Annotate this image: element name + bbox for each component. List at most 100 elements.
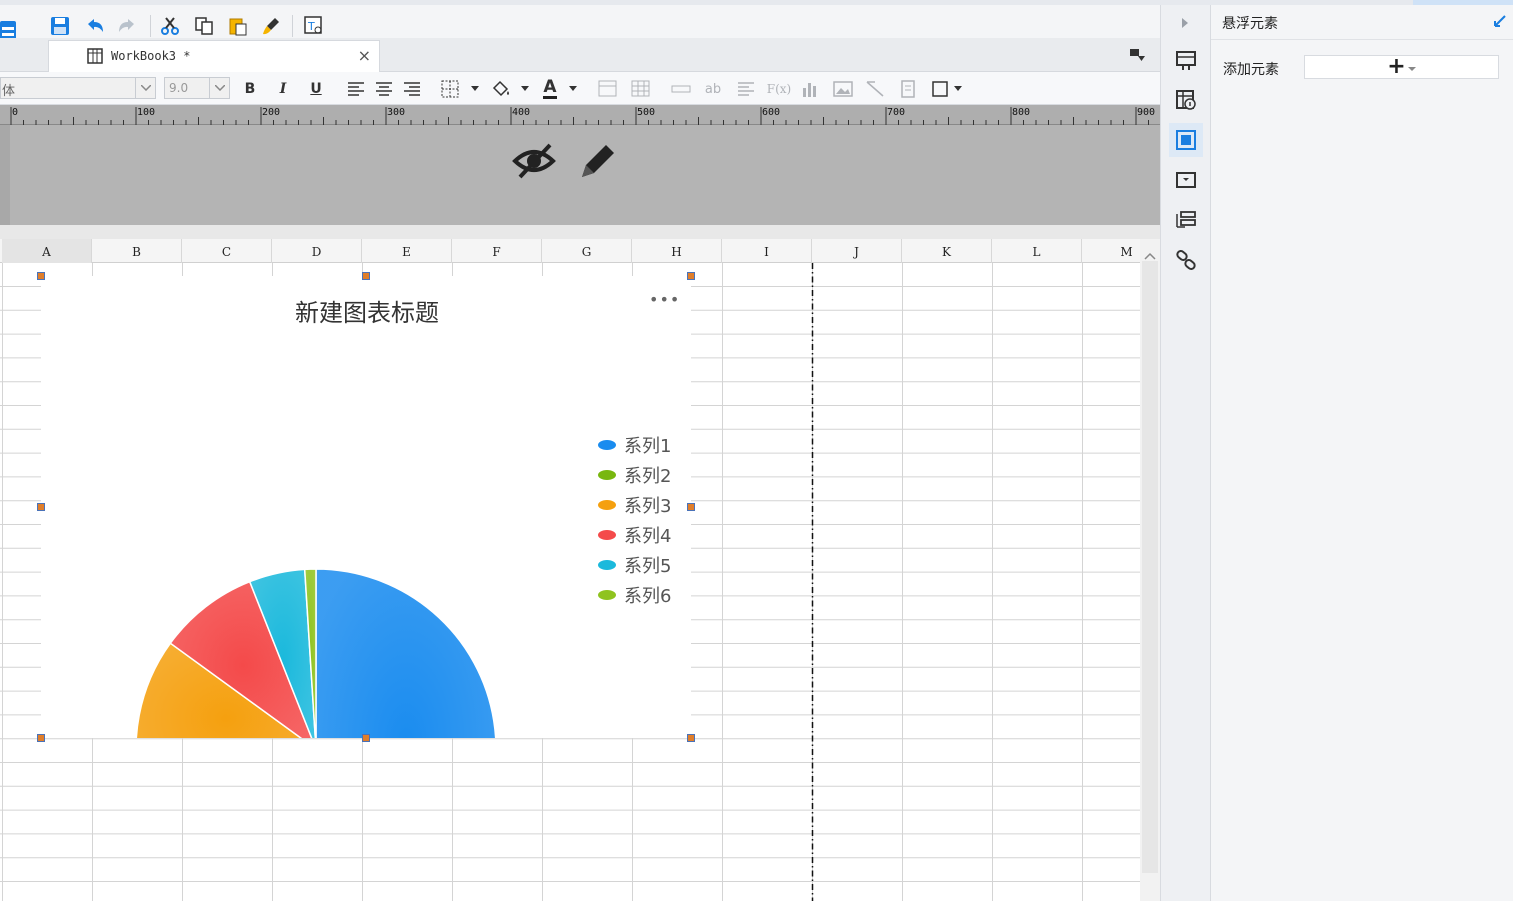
- italic-button[interactable]: I: [272, 78, 294, 100]
- vertical-scrollbar[interactable]: [1140, 239, 1160, 901]
- legend-item[interactable]: 系列3: [598, 490, 671, 520]
- insert-richtext-icon[interactable]: [735, 78, 757, 100]
- ruler-ticks: [10, 107, 1149, 125]
- legend-item[interactable]: 系列6: [598, 580, 671, 610]
- insert-subreport-icon[interactable]: [897, 78, 919, 100]
- paste-icon[interactable]: [227, 15, 249, 37]
- tab-title: WorkBook3 *: [111, 49, 191, 63]
- insert-chart-icon[interactable]: [800, 78, 822, 100]
- undo-icon[interactable]: [84, 15, 106, 37]
- edit-pencil-icon[interactable]: [576, 139, 620, 187]
- column-header-k[interactable]: K: [902, 239, 992, 263]
- chevron-down-icon[interactable]: [209, 78, 229, 98]
- toolbar-separator: [292, 15, 293, 37]
- column-header-a[interactable]: A: [2, 239, 92, 263]
- resize-handle[interactable]: [362, 734, 370, 742]
- legend-label: 系列2: [624, 466, 672, 487]
- chevron-down-icon[interactable]: [514, 78, 536, 100]
- fill-color-icon[interactable]: [491, 78, 513, 100]
- ruler-label: 400: [512, 107, 531, 118]
- close-tab-button[interactable]: ×: [358, 46, 371, 65]
- format-painter-icon[interactable]: [260, 15, 282, 37]
- add-element-button[interactable]: +: [1304, 55, 1499, 79]
- panel-divider: [1211, 39, 1513, 40]
- panel-title: 悬浮元素: [1222, 16, 1278, 32]
- resize-handle[interactable]: [37, 503, 45, 511]
- scrollbar-track[interactable]: [1142, 261, 1158, 873]
- font-size-select[interactable]: 9.0: [164, 77, 230, 99]
- legend-item[interactable]: 系列2: [598, 460, 671, 490]
- legend-label: 系列4: [624, 526, 672, 547]
- legend-marker: [598, 470, 616, 480]
- border-icon[interactable]: [440, 78, 462, 100]
- insert-text-button[interactable]: ab: [702, 78, 724, 100]
- unmerge-cells-icon[interactable]: [630, 78, 652, 100]
- merge-cells-icon[interactable]: [597, 78, 619, 100]
- chevron-down-icon[interactable]: [1407, 66, 1416, 72]
- column-header-l[interactable]: L: [992, 239, 1082, 263]
- app-window: T WorkBook3 * × 体 9.0 B I U A ab F(x) 0 …: [0, 0, 1513, 901]
- pie-chart[interactable]: 新建图表标题 ••• 系列1 系列2 系列3 系列4 系列5 系列6: [41, 276, 691, 738]
- align-left-icon[interactable]: [345, 78, 367, 100]
- underline-button[interactable]: U: [305, 78, 327, 100]
- insert-image-icon[interactable]: [832, 78, 854, 100]
- hide-eye-icon[interactable]: [512, 139, 556, 187]
- font-size-value: 9.0: [169, 81, 189, 95]
- legend-marker: [598, 500, 616, 510]
- cut-icon[interactable]: [159, 15, 181, 37]
- font-name-select[interactable]: 体: [0, 77, 156, 99]
- legend-item[interactable]: 系列4: [598, 520, 671, 550]
- resize-handle[interactable]: [687, 503, 695, 511]
- align-right-icon[interactable]: [401, 78, 423, 100]
- pin-panel-icon[interactable]: [1493, 13, 1507, 32]
- cell-element-icon[interactable]: [1169, 43, 1203, 77]
- column-header-d[interactable]: D: [272, 239, 362, 263]
- float-element-icon[interactable]: [1169, 123, 1203, 157]
- column-header-b[interactable]: B: [92, 239, 182, 263]
- save-icon[interactable]: [49, 15, 71, 37]
- insert-slash-icon[interactable]: [864, 78, 886, 100]
- chevron-down-icon[interactable]: [947, 78, 969, 100]
- widget-attribute-icon[interactable]: [1169, 163, 1203, 197]
- ruler-label: 500: [637, 107, 656, 118]
- column-header-h[interactable]: H: [632, 239, 722, 263]
- column-header-e[interactable]: E: [362, 239, 452, 263]
- page-header-area: [0, 125, 1160, 225]
- pie-slice[interactable]: [315, 568, 497, 738]
- bold-button[interactable]: B: [239, 78, 261, 100]
- resize-handle[interactable]: [687, 734, 695, 742]
- column-header-j[interactable]: J: [812, 239, 902, 263]
- legend-item[interactable]: 系列1: [598, 430, 671, 460]
- legend-marker: [598, 440, 616, 450]
- plus-icon: +: [1387, 54, 1406, 79]
- redo-icon[interactable]: [116, 15, 138, 37]
- chevron-down-icon[interactable]: [464, 78, 486, 100]
- ruler-label: 600: [762, 107, 781, 118]
- legend-marker: [598, 590, 616, 600]
- font-color-button[interactable]: A: [539, 78, 561, 100]
- resize-handle[interactable]: [37, 272, 45, 280]
- spreadsheet-grid[interactable]: ABCDEFGHIJKLM 新建图表标题 ••• 系列1 系列2 系列3 系列4 系列5…: [0, 239, 1160, 901]
- tab-workbook3[interactable]: WorkBook3 * ×: [48, 40, 380, 72]
- hyperlink-icon[interactable]: [1169, 243, 1203, 277]
- insert-formula-button[interactable]: F(x): [765, 78, 793, 100]
- cell-attribute-icon[interactable]: [1169, 83, 1203, 117]
- chevron-down-icon[interactable]: [135, 78, 155, 98]
- text-preview-icon[interactable]: T: [303, 15, 325, 37]
- condition-attribute-icon[interactable]: [1169, 203, 1203, 237]
- resize-handle[interactable]: [362, 272, 370, 280]
- collapse-tabs-icon[interactable]: [1130, 48, 1146, 67]
- copy-icon[interactable]: [193, 15, 215, 37]
- expand-panel-icon[interactable]: [1180, 14, 1190, 33]
- chevron-down-icon[interactable]: [562, 78, 584, 100]
- column-header-i[interactable]: I: [722, 239, 812, 263]
- legend-marker: [598, 560, 616, 570]
- insert-textbox-icon[interactable]: [670, 78, 692, 100]
- column-header-f[interactable]: F: [452, 239, 542, 263]
- resize-handle[interactable]: [687, 272, 695, 280]
- legend-item[interactable]: 系列5: [598, 550, 671, 580]
- align-center-icon[interactable]: [373, 78, 395, 100]
- column-header-c[interactable]: C: [182, 239, 272, 263]
- resize-handle[interactable]: [37, 734, 45, 742]
- column-header-g[interactable]: G: [542, 239, 632, 263]
